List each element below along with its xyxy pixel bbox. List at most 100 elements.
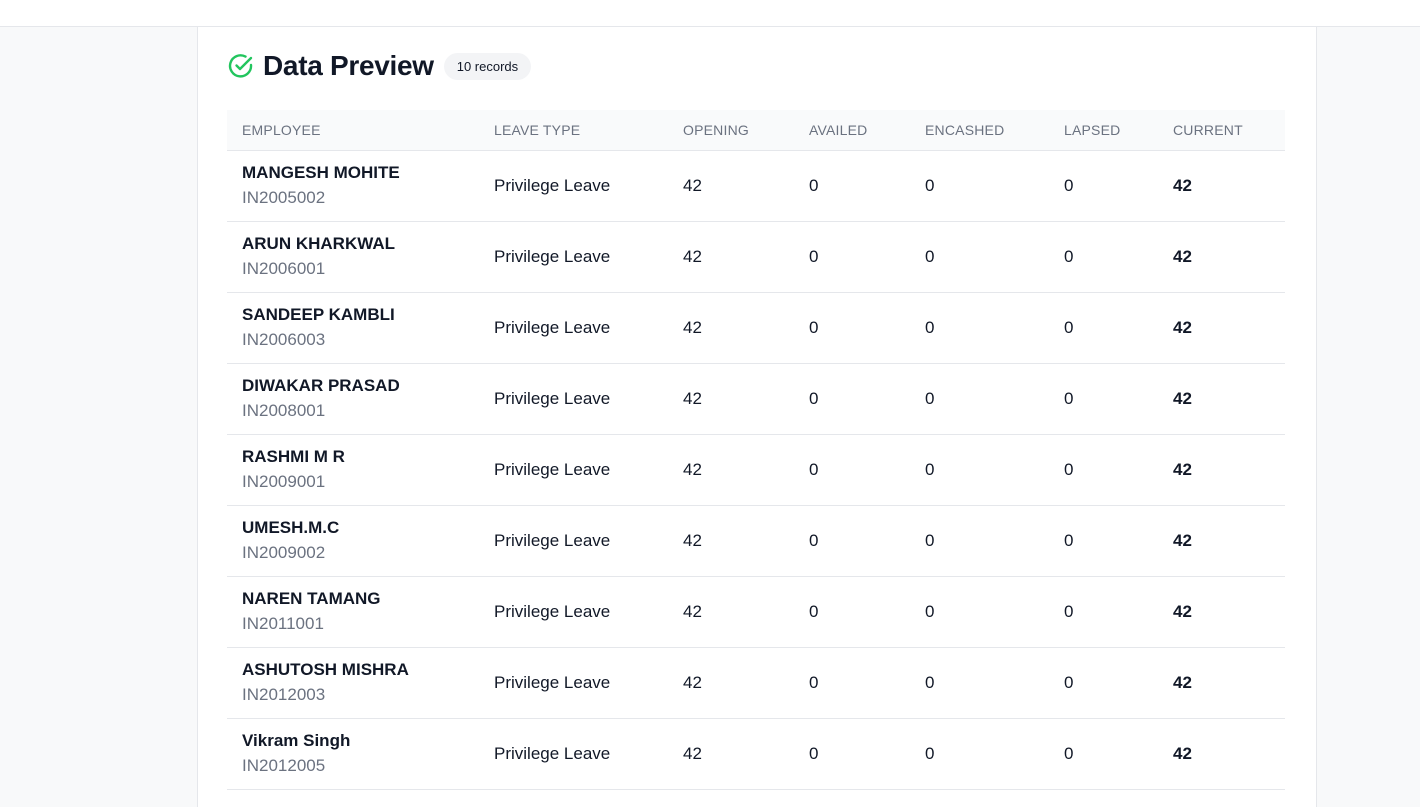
page-title: Data Preview <box>263 50 434 81</box>
employee-name: ASHUTOSH MISHRA <box>242 660 409 679</box>
employee-cell: NAREN TAMANG IN2011001 <box>227 576 479 648</box>
opening-cell: 42 <box>668 292 794 364</box>
employee-cell: RASHMI M R IN2009001 <box>227 434 479 506</box>
opening-cell: 42 <box>668 363 794 435</box>
column-header-lapsed: LAPSED <box>1049 110 1158 151</box>
lapsed-cell: 0 <box>1049 292 1158 364</box>
employee-name: Vikram Singh <box>242 731 351 750</box>
current-cell: 42 <box>1158 292 1285 364</box>
employee-id: IN2006001 <box>242 259 326 278</box>
lapsed-cell: 0 <box>1049 221 1158 293</box>
current-cell: 42 <box>1158 505 1285 577</box>
column-header-availed: AVAILED <box>794 110 910 151</box>
data-preview-card: Data Preview 10 records EMPLOYEE LEAVE T… <box>197 27 1317 807</box>
current-cell: 42 <box>1158 718 1285 790</box>
table-row: NAREN TAMANG IN2011001 Privilege Leave 4… <box>227 576 1285 648</box>
employee-name: NAREN TAMANG <box>242 589 381 608</box>
employee-cell: MANGESH MOHITE IN2005002 <box>227 150 479 222</box>
current-cell: 42 <box>1158 647 1285 719</box>
availed-cell: 0 <box>794 363 910 435</box>
current-cell: 42 <box>1158 150 1285 222</box>
column-header-employee: EMPLOYEE <box>227 110 479 151</box>
encashed-cell: 0 <box>910 363 1049 435</box>
table-row: ASHUTOSH MISHRA IN2012003 Privilege Leav… <box>227 647 1285 719</box>
employee-id: IN2006003 <box>242 330 326 349</box>
employee-name: MANGESH MOHITE <box>242 163 400 182</box>
availed-cell: 0 <box>794 150 910 222</box>
lapsed-cell: 0 <box>1049 505 1158 577</box>
employee-id: IN2005002 <box>242 188 326 207</box>
current-cell: 42 <box>1158 363 1285 435</box>
current-cell: 42 <box>1158 576 1285 648</box>
employee-id: IN2009002 <box>242 543 326 562</box>
table-row: MANGESH MOHITE IN2005002 Privilege Leave… <box>227 150 1285 222</box>
preview-header: Data Preview 10 records <box>228 50 532 81</box>
current-cell: 42 <box>1158 434 1285 506</box>
availed-cell: 0 <box>794 434 910 506</box>
leave-type-cell: Privilege Leave <box>479 292 668 364</box>
employee-name: RASHMI M R <box>242 447 345 466</box>
employee-cell: ARUN KHARKWAL IN2006001 <box>227 221 479 293</box>
column-header-current: CURRENT <box>1158 110 1285 151</box>
opening-cell: 42 <box>668 718 794 790</box>
opening-cell: 42 <box>668 434 794 506</box>
employee-name: UMESH.M.C <box>242 518 340 537</box>
leave-type-cell: Privilege Leave <box>479 576 668 648</box>
employee-id: IN2012005 <box>242 756 326 775</box>
leave-type-cell: Privilege Leave <box>479 434 668 506</box>
lapsed-cell: 0 <box>1049 150 1158 222</box>
column-header-encashed: ENCASHED <box>910 110 1049 151</box>
check-circle-icon <box>228 53 254 79</box>
table-row: UMESH.M.C IN2009002 Privilege Leave 42 0… <box>227 505 1285 577</box>
employee-id: IN2012003 <box>242 685 326 704</box>
table-header-row: EMPLOYEE LEAVE TYPE OPENING AVAILED ENCA… <box>227 110 1285 151</box>
availed-cell: 0 <box>794 292 910 364</box>
employee-cell: SANDEEP KAMBLI IN2006003 <box>227 292 479 364</box>
leave-type-cell: Privilege Leave <box>479 363 668 435</box>
opening-cell: 42 <box>668 647 794 719</box>
table-row: RASHMI M R IN2009001 Privilege Leave 42 … <box>227 434 1285 506</box>
opening-cell: 42 <box>668 576 794 648</box>
leave-type-cell: Privilege Leave <box>479 221 668 293</box>
employee-id: IN2011001 <box>242 614 324 633</box>
opening-cell: 42 <box>668 505 794 577</box>
opening-cell: 42 <box>668 221 794 293</box>
opening-cell: 42 <box>668 150 794 222</box>
employee-cell: ASHUTOSH MISHRA IN2012003 <box>227 647 479 719</box>
encashed-cell: 0 <box>910 576 1049 648</box>
employee-name: DIWAKAR PRASAD <box>242 376 400 395</box>
employee-id: IN2009001 <box>242 472 326 491</box>
table-row: SANDEEP KAMBLI IN2006003 Privilege Leave… <box>227 292 1285 364</box>
lapsed-cell: 0 <box>1049 576 1158 648</box>
lapsed-cell: 0 <box>1049 647 1158 719</box>
top-bar <box>0 0 1420 27</box>
employee-cell: UMESH.M.C IN2009002 <box>227 505 479 577</box>
lapsed-cell: 0 <box>1049 434 1158 506</box>
leave-type-cell: Privilege Leave <box>479 718 668 790</box>
table-row: ARUN KHARKWAL IN2006001 Privilege Leave … <box>227 221 1285 293</box>
lapsed-cell: 0 <box>1049 718 1158 790</box>
availed-cell: 0 <box>794 221 910 293</box>
record-count-badge: 10 records <box>443 52 532 80</box>
leave-type-cell: Privilege Leave <box>479 505 668 577</box>
encashed-cell: 0 <box>910 221 1049 293</box>
leave-type-cell: Privilege Leave <box>479 647 668 719</box>
encashed-cell: 0 <box>910 150 1049 222</box>
employee-name: SANDEEP KAMBLI <box>242 305 395 324</box>
employee-id: IN2008001 <box>242 401 326 420</box>
availed-cell: 0 <box>794 647 910 719</box>
availed-cell: 0 <box>794 718 910 790</box>
leave-type-cell: Privilege Leave <box>479 150 668 222</box>
employee-cell: Vikram Singh IN2012005 <box>227 718 479 790</box>
leave-data-table: EMPLOYEE LEAVE TYPE OPENING AVAILED ENCA… <box>227 110 1285 790</box>
employee-cell: DIWAKAR PRASAD IN2008001 <box>227 363 479 435</box>
table-row: Vikram Singh IN2012005 Privilege Leave 4… <box>227 718 1285 790</box>
encashed-cell: 0 <box>910 647 1049 719</box>
table-row: DIWAKAR PRASAD IN2008001 Privilege Leave… <box>227 363 1285 435</box>
encashed-cell: 0 <box>910 292 1049 364</box>
encashed-cell: 0 <box>910 434 1049 506</box>
column-header-opening: OPENING <box>668 110 794 151</box>
availed-cell: 0 <box>794 505 910 577</box>
employee-name: ARUN KHARKWAL <box>242 234 395 253</box>
availed-cell: 0 <box>794 576 910 648</box>
